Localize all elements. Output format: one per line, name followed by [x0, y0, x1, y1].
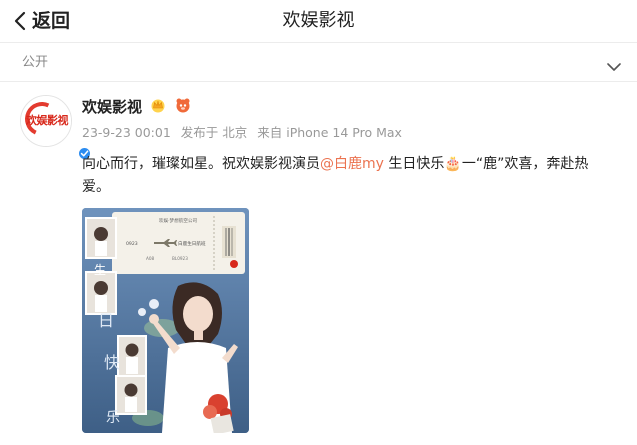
ticket-seat: A08: [146, 256, 155, 261]
avatar[interactable]: 欢娱影视: [20, 95, 92, 161]
ticket-route: 白鹿生日航班: [178, 240, 206, 247]
member-badge-icon: [174, 97, 192, 117]
post-time: 23-9-23 00:01: [82, 125, 171, 140]
poster-illustration: 欢娱·梦想航空公司 0923 白鹿生日航班 A08 BL0923 生 日 快 乐: [82, 208, 249, 433]
chevron-down-icon: [607, 57, 621, 76]
post-location: 发布于 北京: [180, 125, 248, 140]
post-image[interactable]: 欢娱·梦想航空公司 0923 白鹿生日航班 A08 BL0923 生 日 快 乐: [82, 208, 249, 433]
post-device: 来自 iPhone 14 Pro Max: [257, 125, 402, 140]
side-char-3: 快: [104, 353, 120, 372]
ticket-flight: 0923: [126, 241, 138, 247]
top-navbar: 返回 欢娱影视: [0, 0, 637, 42]
ticket-gate: BL0923: [172, 256, 188, 261]
post-meta: 23-9-23 00:01 发布于 北京 来自 iPhone 14 Pro Ma…: [82, 125, 408, 141]
crown-badge-icon: [150, 97, 166, 117]
page-title: 欢娱影视: [282, 10, 355, 31]
ticket-header: 欢娱·梦想航空公司: [159, 217, 198, 224]
post-body: 向心而行，璀璨如星。祝欢娱影视演员@白鹿my 生日快乐🎂一“鹿”欢喜，奔赴热爱。: [82, 153, 612, 199]
username-row: 欢娱影视: [82, 96, 192, 118]
side-char-2: 日: [98, 311, 114, 330]
side-char-4: 乐: [106, 410, 120, 426]
username[interactable]: 欢娱影视: [82, 96, 142, 118]
visibility-selector[interactable]: 公开: [0, 42, 637, 82]
avatar-logo-text: 欢娱影视: [26, 114, 69, 127]
avatar-logo: 欢娱影视: [21, 96, 71, 146]
side-char-1: 生: [94, 263, 106, 277]
weibo-post: 欢娱影视 欢娱影视 23-9-23 00:01 发布于 北京 来自 iPhone…: [0, 82, 637, 445]
visibility-label: 公开: [22, 55, 49, 70]
mention-link[interactable]: @白鹿my: [320, 156, 384, 172]
post-text-start: 向心而行，璀璨如星。祝欢娱影视演员: [82, 156, 320, 172]
